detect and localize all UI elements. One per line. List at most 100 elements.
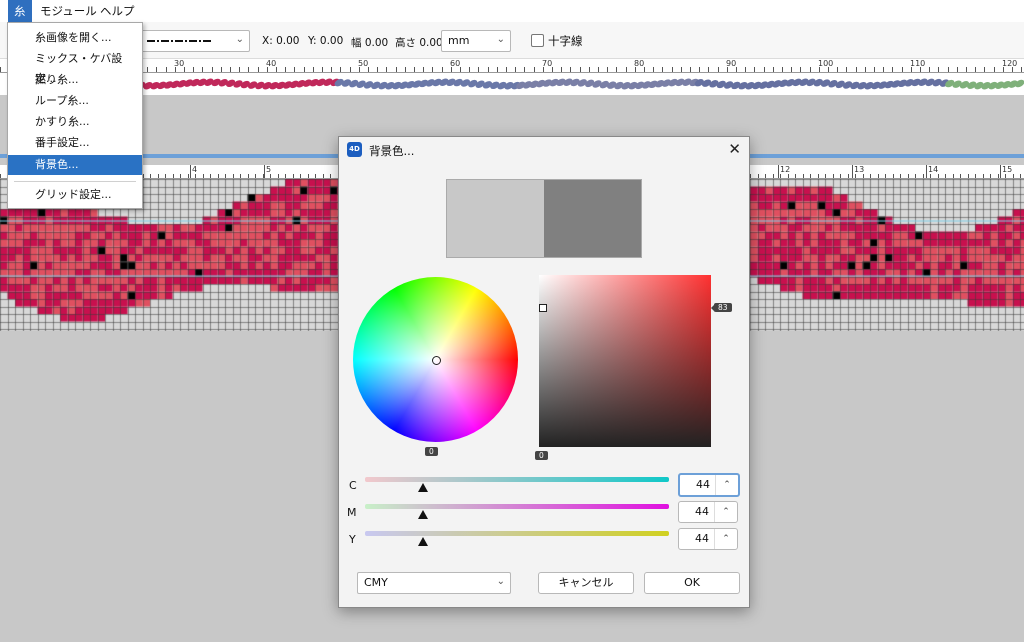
yellow-value-input[interactable]: 44 ⌃ xyxy=(678,528,738,550)
ruler-tick xyxy=(765,174,766,178)
chevron-down-icon: ⌄ xyxy=(235,34,244,45)
menu-item-background-color[interactable]: 背景色... xyxy=(8,155,142,175)
y-coordinate: Y: 0.00 xyxy=(308,35,344,47)
ruler-major-tick xyxy=(264,165,265,178)
ruler-tick xyxy=(255,174,256,178)
ruler-tick xyxy=(270,174,271,178)
menu-item-kasuri-yarn[interactable]: かすり糸... xyxy=(8,112,142,132)
close-icon[interactable]: ✕ xyxy=(728,140,741,158)
menu-item-open-thread-image[interactable]: 糸画像を開く... xyxy=(8,28,142,48)
spin-arrows-icon[interactable]: ⌃ xyxy=(715,475,738,495)
dash-line-preview xyxy=(147,40,211,42)
ruler-tick xyxy=(846,67,848,72)
ruler-tick xyxy=(772,174,774,178)
saturation-value-square[interactable] xyxy=(539,275,711,447)
magenta-slider-thumb[interactable] xyxy=(417,510,428,519)
ruler-tick xyxy=(225,174,226,178)
ruler-tick xyxy=(165,174,166,178)
crosshair-checkbox[interactable] xyxy=(531,34,544,47)
slider-y-label: Y xyxy=(349,533,356,546)
menu-item-grid-settings[interactable]: グリッド設定... xyxy=(8,185,142,205)
menu-item-count-settings[interactable]: 番手設定... xyxy=(8,133,142,153)
ruler-tick xyxy=(772,67,774,72)
cyan-slider-track[interactable] xyxy=(365,477,669,482)
ruler-tick xyxy=(662,67,664,72)
ruler-tick xyxy=(570,67,572,72)
hue-color-wheel[interactable] xyxy=(353,277,518,442)
menu-item-loop-yarn[interactable]: ループ糸... xyxy=(8,91,142,111)
unit-dropdown[interactable]: mm ⌄ xyxy=(441,30,511,52)
ruler-tick xyxy=(780,174,781,178)
ruler-tick xyxy=(922,174,924,178)
ruler-tick xyxy=(864,67,866,72)
ruler-label: 14 xyxy=(928,165,939,174)
ruler-label: 50 xyxy=(358,59,369,68)
ruler-tick xyxy=(423,67,425,72)
ruler-tick xyxy=(561,67,563,72)
menu-separator xyxy=(14,181,136,182)
ruler-tick xyxy=(795,174,796,178)
ruler-tick xyxy=(717,67,719,72)
ruler-tick xyxy=(967,174,969,178)
ruler-tick xyxy=(870,174,871,178)
magenta-slider-track[interactable] xyxy=(365,504,669,509)
ruler-tick xyxy=(680,67,682,72)
ruler-tick xyxy=(277,174,279,178)
ruler-tick xyxy=(147,67,149,72)
width-readout: 幅 0.00 xyxy=(351,37,389,49)
ruler-tick xyxy=(496,67,498,72)
menu-item-twisted-yarn[interactable]: 撚り糸... xyxy=(8,70,142,90)
chevron-down-icon: ⌄ xyxy=(496,34,505,45)
ruler-tick xyxy=(230,67,231,72)
ruler-tick xyxy=(0,174,1,178)
ruler-tick xyxy=(810,174,811,178)
ruler-tick xyxy=(653,67,655,72)
ruler-tick xyxy=(172,174,174,178)
ruler-tick xyxy=(607,67,609,72)
square-picker-handle[interactable] xyxy=(539,304,547,312)
yellow-slider-track[interactable] xyxy=(365,531,669,536)
thread-menu-dropdown: 糸画像を開く... ミックス・ケバ設定... 撚り糸... ループ糸... かす… xyxy=(7,22,143,209)
spin-arrows-icon[interactable]: ⌃ xyxy=(714,529,737,549)
ruler-tick xyxy=(515,67,517,72)
ruler-tick xyxy=(1005,174,1006,178)
cyan-slider-thumb[interactable] xyxy=(417,483,428,492)
ok-button[interactable]: OK xyxy=(644,572,740,594)
menu-help[interactable]: ヘルプ xyxy=(94,0,141,22)
ruler-label: 60 xyxy=(450,59,461,68)
ruler-tick xyxy=(984,67,986,72)
ruler-tick xyxy=(156,67,158,72)
spin-arrows-icon[interactable]: ⌃ xyxy=(714,502,737,522)
menu-thread[interactable]: 糸 xyxy=(8,0,32,22)
ruler-tick xyxy=(690,67,691,72)
ruler-label: 12 xyxy=(780,165,791,174)
color-mode-dropdown[interactable]: CMY ⌄ xyxy=(357,572,511,594)
magenta-value-input[interactable]: 44 ⌃ xyxy=(678,501,738,523)
slider-m-label: M xyxy=(347,506,357,519)
ruler-tick xyxy=(966,67,967,72)
ruler-tick xyxy=(915,174,916,178)
yellow-slider-thumb[interactable] xyxy=(417,537,428,546)
ruler-tick xyxy=(312,67,314,72)
ruler-tick xyxy=(441,67,443,72)
menu-item-mix-fluff-settings[interactable]: ミックス・ケバ設定... xyxy=(8,49,142,85)
ruler-tick xyxy=(975,67,977,72)
chevron-down-icon: ⌄ xyxy=(496,576,505,587)
cyan-value-input[interactable]: 44 ⌃ xyxy=(678,473,740,497)
ruler-tick xyxy=(469,67,471,72)
wheel-picker-handle[interactable] xyxy=(432,356,441,365)
ruler-tick xyxy=(892,174,894,178)
menu-module[interactable]: モジュール xyxy=(34,0,103,22)
cancel-button[interactable]: キャンセル xyxy=(538,572,634,594)
ruler-tick xyxy=(757,174,759,178)
unit-value: mm xyxy=(448,34,470,47)
yarn-preview-strip xyxy=(0,73,1024,95)
ruler-tick xyxy=(322,67,323,72)
ruler-tick xyxy=(929,67,931,72)
ruler-tick xyxy=(1020,174,1021,178)
ruler-tick xyxy=(187,174,189,178)
ruler-tick xyxy=(331,67,333,72)
ruler-label: 40 xyxy=(266,59,277,68)
ruler-tick xyxy=(937,174,939,178)
line-style-dropdown[interactable]: ⌄ xyxy=(140,30,250,52)
